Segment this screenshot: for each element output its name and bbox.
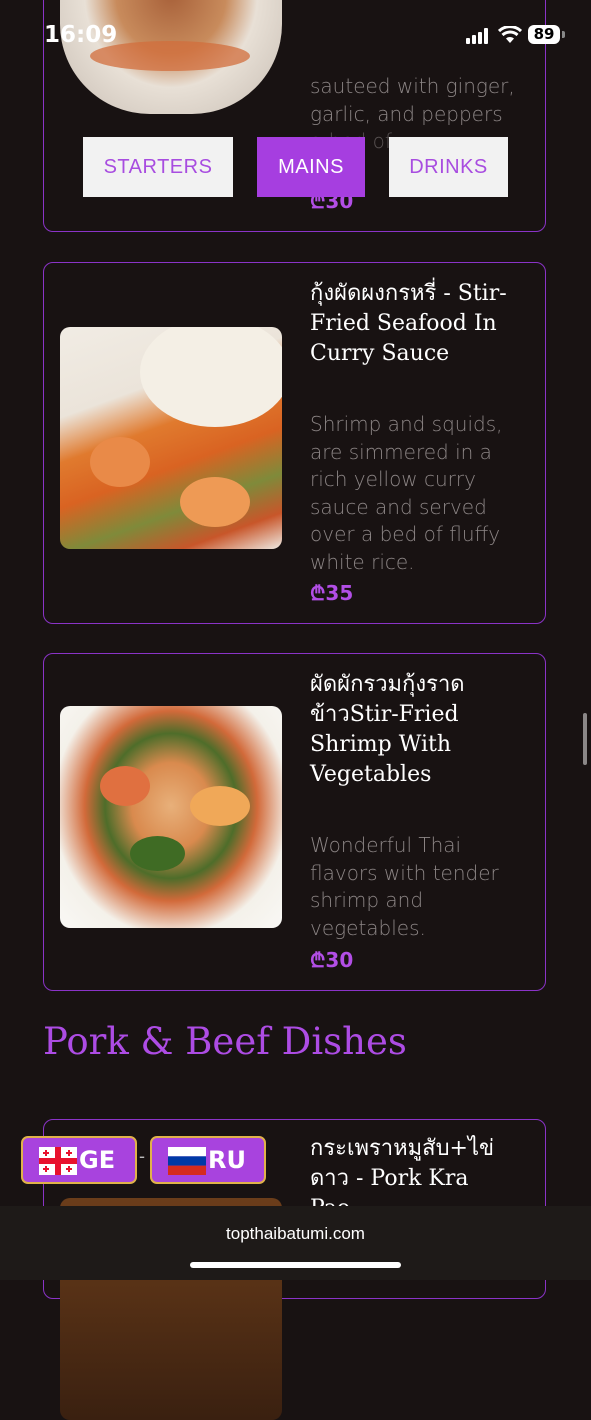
browser-url-bar[interactable]: topthaibatumi.com — [0, 1206, 591, 1280]
language-code: RU — [208, 1146, 246, 1174]
category-tabs: STARTERS MAINS DRINKS — [0, 137, 591, 197]
battery-tip — [562, 31, 565, 38]
tab-mains[interactable]: MAINS — [257, 137, 365, 197]
dish-description: Wonderful Thai flavors with tender shrim… — [310, 833, 499, 940]
status-bar: 16:09 89 — [0, 0, 591, 70]
russia-flag-icon — [168, 1147, 206, 1175]
dish-title: กุ้งผัดผงกรหรี่ - Stir-Fried Seafood In … — [310, 281, 507, 366]
dish-title: ผัดผักรวมกุ้งราดข้าวStir-Fried Shrimp Wi… — [310, 672, 465, 787]
language-button-ge[interactable]: GE — [21, 1136, 137, 1184]
wifi-icon — [498, 26, 522, 43]
language-button-ru[interactable]: RU — [150, 1136, 266, 1184]
menu-item-card[interactable]: กุ้งผัดผงกรหรี่ - Stir-Fried Seafood In … — [43, 262, 546, 624]
scroll-indicator[interactable] — [583, 713, 587, 765]
language-code: GE — [79, 1146, 116, 1174]
menu-item-card[interactable]: ผัดผักรวมกุ้งราดข้าวStir-Fried Shrimp Wi… — [43, 653, 546, 991]
battery-indicator: 89 — [528, 25, 560, 44]
dish-description: Shrimp and squids, are simmered in a ric… — [310, 412, 503, 574]
status-time: 16:09 — [44, 22, 118, 48]
dish-photo — [60, 327, 282, 549]
dish-photo — [60, 706, 282, 928]
georgia-flag-icon — [39, 1147, 77, 1175]
dish-price: ₾30 — [310, 948, 354, 972]
tab-starters[interactable]: STARTERS — [83, 137, 233, 197]
tab-drinks[interactable]: DRINKS — [389, 137, 508, 197]
signal-icon — [466, 28, 488, 44]
language-separator: - — [139, 1146, 145, 1166]
section-title: Pork & Beef Dishes — [43, 1020, 407, 1063]
home-indicator[interactable] — [190, 1262, 401, 1268]
url-text: topthaibatumi.com — [226, 1224, 365, 1243]
dish-price: ₾35 — [310, 581, 354, 605]
